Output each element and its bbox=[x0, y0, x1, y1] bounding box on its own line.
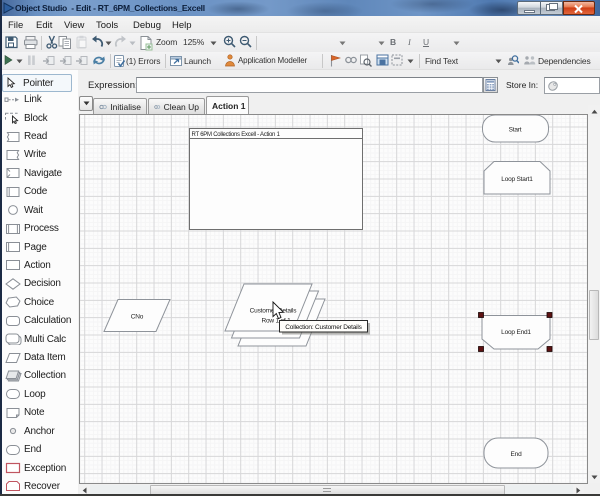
svg-text:Loop End1: Loop End1 bbox=[501, 329, 531, 336]
svg-text:CNo: CNo bbox=[131, 314, 144, 321]
svg-text:End: End bbox=[511, 451, 523, 458]
svg-text:Start: Start bbox=[509, 127, 522, 134]
svg-text:Loop Start1: Loop Start1 bbox=[501, 176, 533, 183]
svg-text:Collection: Customer Details: Collection: Customer Details bbox=[285, 324, 362, 331]
svg-text:RT 6PM Collections Excell - Ac: RT 6PM Collections Excell - Action 1 bbox=[192, 132, 281, 138]
